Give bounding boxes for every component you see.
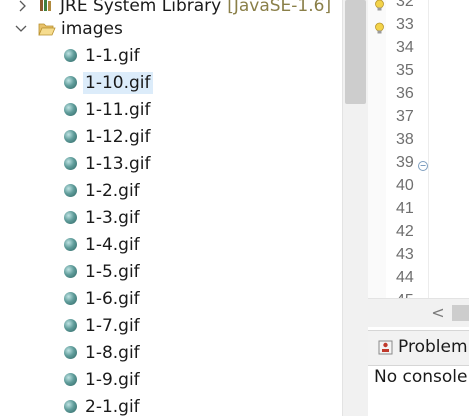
line-number: 38 [396,131,414,148]
tree-item-label: 1-9.gif [85,369,140,390]
line-number: 44 [396,269,414,286]
warning-lightbulb-icon[interactable] [373,20,386,34]
warning-lightbulb-icon[interactable] [373,0,386,11]
tree-item-file[interactable]: 1-13.gif [0,150,342,177]
editor-line-ruler: 3233343536373839−404142434445 [368,0,469,309]
problems-console-panel: Problem No console [368,330,469,417]
tree-item-file[interactable]: 1-4.gif [0,231,342,258]
project-explorer-tree: JRE System Library [JavaSE-1.6] images 1-… [0,0,342,416]
gif-file-icon [64,49,77,62]
tree-vertical-scrollbar[interactable] [342,0,368,416]
line-number: 41 [396,200,414,217]
tree-item-images-folder[interactable]: images [0,15,342,42]
gif-file-icon [64,400,77,413]
gutter-divider [428,0,429,298]
tree-item-label: 1-1.gif [85,45,140,66]
tree-item-file[interactable]: 1-3.gif [0,204,342,231]
gif-file-icon [64,184,77,197]
chevron-right-icon[interactable] [16,0,30,13]
tree-item-label: 1-5.gif [85,261,140,282]
tree-item-file[interactable]: 1-5.gif [0,258,342,285]
tree-item-label: 1-13.gif [85,153,151,174]
gif-file-icon [64,292,77,305]
tree-item-file[interactable]: 1-1.gif [0,42,342,69]
tree-item-label: 2-1.gif [85,396,140,417]
problems-icon [378,340,393,355]
line-number: 34 [396,39,414,56]
line-number: 35 [396,62,414,79]
tree-item-label: 1-10.gif [83,71,153,94]
tree-item-file[interactable]: 1-11.gif [0,96,342,123]
gif-file-icon [64,103,77,116]
scrollbar-thumb[interactable] [452,305,469,321]
tree-item-file[interactable]: 2-1.gif [0,393,342,416]
annotation-ruler [368,0,386,298]
tree-item-file[interactable]: 1-12.gif [0,123,342,150]
gif-file-icon [64,373,77,386]
line-number: 33 [396,16,414,33]
library-icon [38,0,54,13]
gif-file-icon [64,319,77,332]
line-number: 43 [396,246,414,263]
line-number: 40 [396,177,414,194]
tree-item-label: 1-2.gif [85,180,140,201]
tree-item-label: 1-7.gif [85,315,140,336]
line-number: 37 [396,108,414,125]
tree-item-file[interactable]: 1-7.gif [0,312,342,339]
open-folder-icon [38,21,56,37]
tree-item-label: 1-8.gif [85,342,140,363]
tree-item-label: 1-4.gif [85,234,140,255]
collapse-icon[interactable]: − [418,161,428,171]
chevron-down-icon[interactable] [14,22,28,36]
jre-version-text: [JavaSE-1.6] [227,0,332,16]
jre-label-text: JRE System Library [60,0,222,16]
tree-item-label: images [61,18,123,39]
tab-label: Problem [398,337,468,357]
tab-problems[interactable]: Problem [368,331,469,366]
tree-item-file[interactable]: 1-10.gif [0,69,342,96]
tree-item-file[interactable]: 1-9.gif [0,366,342,393]
tree-item-label: 1-6.gif [85,288,140,309]
gif-file-icon [64,157,77,170]
tree-item-label: JRE System Library [JavaSE-1.6] [60,0,331,16]
tree-item-label: 1-12.gif [85,126,151,147]
scroll-left-icon[interactable]: < [428,303,448,323]
tree-item-label: 1-11.gif [85,99,151,120]
tree-item-file[interactable]: 1-6.gif [0,285,342,312]
gif-file-icon [64,346,77,359]
scrollbar-thumb[interactable] [345,0,366,104]
gif-file-icon [64,211,77,224]
tree-item-label: 1-3.gif [85,207,140,228]
line-number: 32 [396,0,414,10]
gif-file-icon [64,238,77,251]
gif-file-icon [64,265,77,278]
gif-file-icon [64,130,77,143]
editor-horizontal-scrollbar[interactable]: < [368,298,469,327]
line-number: 42 [396,223,414,240]
tree-item-file[interactable]: 1-8.gif [0,339,342,366]
line-number: 36 [396,85,414,102]
gif-file-icon [64,76,77,89]
tree-item-file[interactable]: 1-2.gif [0,177,342,204]
console-message: No console [374,367,468,387]
